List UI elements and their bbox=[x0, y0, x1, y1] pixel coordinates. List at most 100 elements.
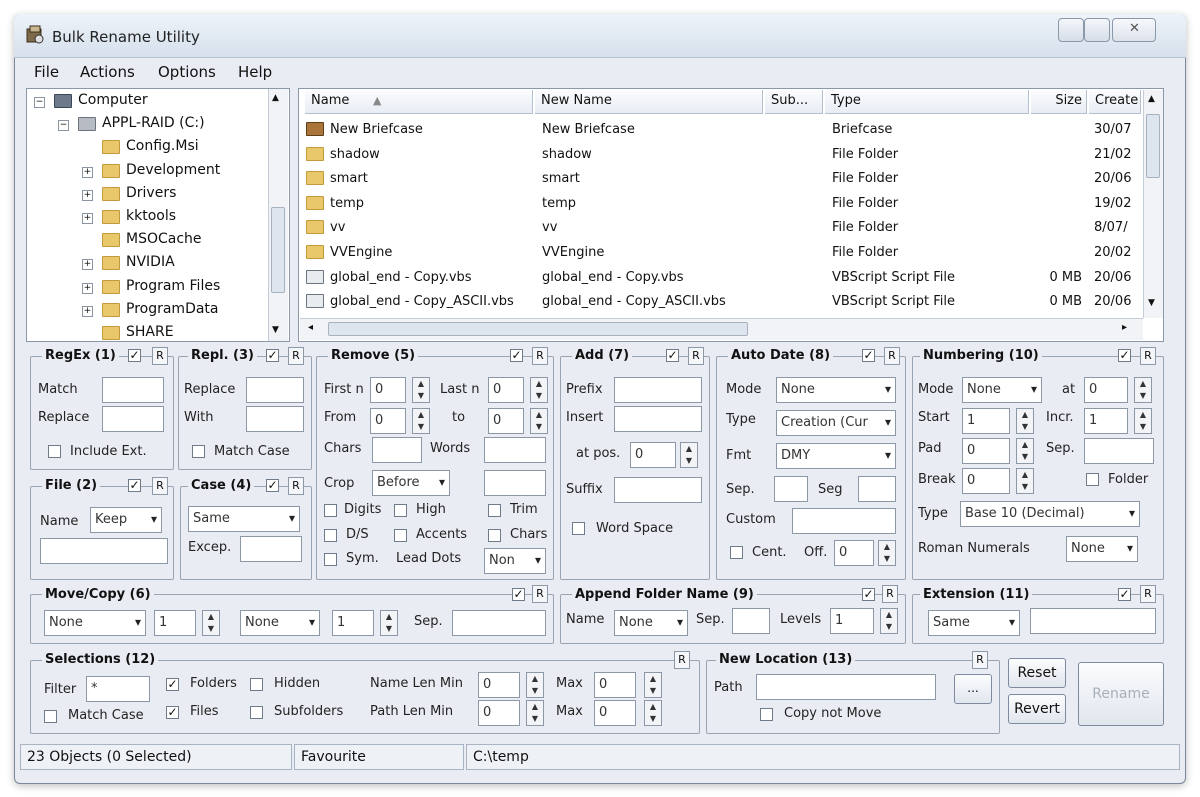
appendfolder-enable-checkbox[interactable]: ✓ bbox=[862, 588, 875, 601]
chars-input[interactable] bbox=[372, 437, 422, 463]
name-len-min-spinner[interactable]: ▲ ▼ bbox=[526, 672, 544, 698]
insert-input[interactable] bbox=[614, 406, 702, 432]
newlocation-reset-button[interactable]: R bbox=[972, 651, 988, 669]
expand-icon[interactable]: + bbox=[82, 305, 93, 317]
column-type[interactable]: Type bbox=[825, 90, 1029, 114]
to-spinner[interactable]: ▲ ▼ bbox=[530, 408, 548, 434]
words-input[interactable] bbox=[484, 437, 546, 463]
expand-icon[interactable]: + bbox=[82, 213, 93, 224]
cent-checkbox[interactable] bbox=[730, 546, 743, 559]
case-select[interactable]: Same bbox=[188, 506, 300, 532]
suffix-input[interactable] bbox=[614, 477, 702, 503]
file-row[interactable]: smart smart File Folder 20/06 bbox=[302, 167, 1140, 191]
file-row[interactable]: shadow shadow File Folder 21/02 bbox=[302, 143, 1140, 167]
close-button[interactable]: ✕ bbox=[1112, 18, 1156, 42]
file-name-select[interactable]: Keep bbox=[90, 507, 162, 533]
crop-input[interactable] bbox=[484, 470, 546, 496]
num-incr-input[interactable]: 1 bbox=[1084, 408, 1128, 434]
movecopy-count1-spinner[interactable]: ▲ ▼ bbox=[202, 610, 220, 636]
remove-enable-checkbox[interactable]: ✓ bbox=[510, 349, 523, 362]
add-enable-checkbox[interactable]: ✓ bbox=[666, 349, 679, 362]
movecopy-count2-input[interactable]: 1 bbox=[332, 610, 374, 636]
last-n-input[interactable]: 0 bbox=[488, 377, 524, 403]
appendfolder-levels-spinner[interactable]: ▲ ▼ bbox=[880, 608, 898, 634]
regex-enable-checkbox[interactable]: ✓ bbox=[128, 349, 141, 362]
num-start-spinner[interactable]: ▲ ▼ bbox=[1016, 408, 1034, 434]
expand-icon[interactable]: + bbox=[82, 259, 93, 271]
num-pad-spinner[interactable]: ▲ ▼ bbox=[1016, 438, 1034, 464]
collapse-icon[interactable]: − bbox=[58, 120, 69, 132]
appendfolder-name-select[interactable]: None bbox=[614, 610, 688, 636]
digits-checkbox[interactable] bbox=[324, 504, 337, 517]
rename-button[interactable]: Rename bbox=[1078, 662, 1164, 726]
list-vscroll-thumb[interactable] bbox=[1146, 114, 1160, 178]
copy-not-move-checkbox[interactable] bbox=[760, 708, 773, 721]
collapse-icon[interactable]: − bbox=[34, 97, 45, 108]
last-n-spinner[interactable]: ▲ ▼ bbox=[530, 377, 548, 403]
sym-checkbox[interactable] bbox=[324, 553, 337, 566]
num-at-spinner[interactable]: ▲ ▼ bbox=[1134, 377, 1152, 403]
path-len-min-spinner[interactable]: ▲ ▼ bbox=[526, 700, 544, 726]
extension-reset-button[interactable]: R bbox=[1140, 585, 1156, 603]
movecopy-sep-input[interactable] bbox=[452, 610, 546, 636]
movecopy-count2-spinner[interactable]: ▲ ▼ bbox=[380, 610, 398, 636]
repl-reset-button[interactable]: R bbox=[288, 347, 304, 365]
num-at-input[interactable]: 0 bbox=[1084, 377, 1128, 403]
file-row[interactable]: New Briefcase New Briefcase Briefcase 30/07 bbox=[302, 118, 1140, 142]
num-incr-spinner[interactable]: ▲ ▼ bbox=[1134, 408, 1152, 434]
file-row[interactable]: global_end - Copy_ASCII.vbs global_end - … bbox=[302, 290, 1140, 314]
date-fmt-select[interactable]: DMY bbox=[776, 443, 896, 469]
file-enable-checkbox[interactable]: ✓ bbox=[128, 479, 141, 492]
regex-replace-input[interactable] bbox=[102, 406, 164, 432]
column-created[interactable]: Create bbox=[1089, 90, 1141, 114]
autodate-enable-checkbox[interactable]: ✓ bbox=[862, 349, 875, 362]
repl-match-case-checkbox[interactable] bbox=[192, 445, 205, 458]
case-enable-checkbox[interactable]: ✓ bbox=[266, 479, 279, 492]
minimize-button[interactable] bbox=[1058, 18, 1084, 42]
off-spinner[interactable]: ▲ ▼ bbox=[878, 540, 896, 566]
path-len-max-input[interactable]: 0 bbox=[594, 700, 636, 726]
include-ext-checkbox[interactable] bbox=[48, 445, 61, 458]
file-row[interactable]: vv vv File Folder 8/07/ bbox=[302, 216, 1140, 240]
chars-checkbox[interactable] bbox=[488, 529, 501, 542]
browse-button[interactable]: ... bbox=[954, 674, 992, 704]
num-break-input[interactable]: 0 bbox=[962, 468, 1010, 494]
file-row[interactable]: VVEngine VVEngine File Folder 20/02 bbox=[302, 241, 1140, 265]
numbering-enable-checkbox[interactable]: ✓ bbox=[1118, 349, 1131, 362]
expand-icon[interactable]: + bbox=[82, 166, 93, 178]
accents-checkbox[interactable] bbox=[394, 529, 407, 542]
appendfolder-levels-input[interactable]: 1 bbox=[830, 608, 874, 634]
column-name[interactable]: Name ▲ bbox=[305, 90, 533, 114]
appendfolder-reset-button[interactable]: R bbox=[882, 585, 898, 603]
first-n-input[interactable]: 0 bbox=[370, 377, 406, 403]
hidden-checkbox[interactable] bbox=[250, 678, 263, 691]
prefix-input[interactable] bbox=[614, 377, 702, 403]
repl-replace-input[interactable] bbox=[246, 377, 304, 403]
num-folder-checkbox[interactable] bbox=[1086, 473, 1099, 486]
column-new-name[interactable]: New Name bbox=[535, 90, 763, 114]
appendfolder-sep-input[interactable] bbox=[732, 608, 770, 634]
list-vscrollbar[interactable]: ▲ ▼ bbox=[1143, 90, 1163, 318]
file-row[interactable]: temp temp File Folder 19/02 bbox=[302, 192, 1140, 216]
num-pad-input[interactable]: 0 bbox=[962, 438, 1010, 464]
extension-input[interactable] bbox=[1030, 608, 1156, 634]
column-size[interactable]: Size bbox=[1031, 90, 1087, 114]
regex-match-input[interactable] bbox=[102, 377, 164, 403]
repl-with-input[interactable] bbox=[246, 406, 304, 432]
path-len-min-input[interactable]: 0 bbox=[478, 700, 520, 726]
name-len-min-input[interactable]: 0 bbox=[478, 672, 520, 698]
sel-match-case-checkbox[interactable] bbox=[44, 710, 57, 723]
at-pos-spinner[interactable]: ▲ ▼ bbox=[680, 442, 698, 468]
first-n-spinner[interactable]: ▲ ▼ bbox=[412, 377, 430, 403]
movecopy-enable-checkbox[interactable]: ✓ bbox=[512, 588, 525, 601]
roman-select[interactable]: None bbox=[1066, 536, 1138, 562]
subfolders-checkbox[interactable] bbox=[250, 706, 263, 719]
high-checkbox[interactable] bbox=[394, 504, 407, 517]
word-space-checkbox[interactable] bbox=[572, 522, 585, 535]
movecopy-mode-select[interactable]: None bbox=[44, 610, 146, 636]
add-reset-button[interactable]: R bbox=[688, 347, 704, 365]
list-hscroll-thumb[interactable] bbox=[328, 322, 748, 336]
movecopy-count1-input[interactable]: 1 bbox=[154, 610, 196, 636]
to-input[interactable]: 0 bbox=[488, 408, 524, 434]
autodate-reset-button[interactable]: R bbox=[884, 347, 900, 365]
